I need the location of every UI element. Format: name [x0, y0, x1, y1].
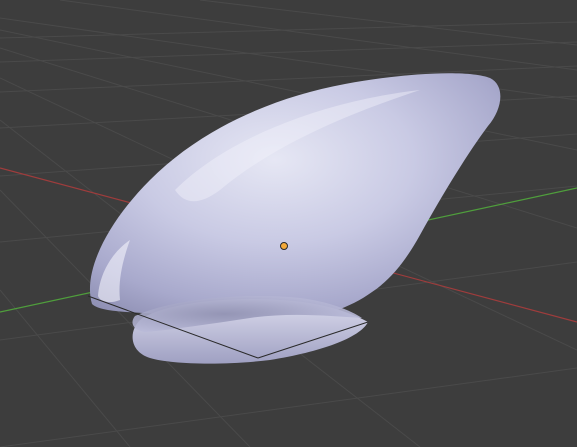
3d-viewport[interactable] [0, 0, 577, 447]
viewport-canvas[interactable] [0, 0, 577, 447]
object-origin-icon[interactable] [280, 242, 288, 250]
